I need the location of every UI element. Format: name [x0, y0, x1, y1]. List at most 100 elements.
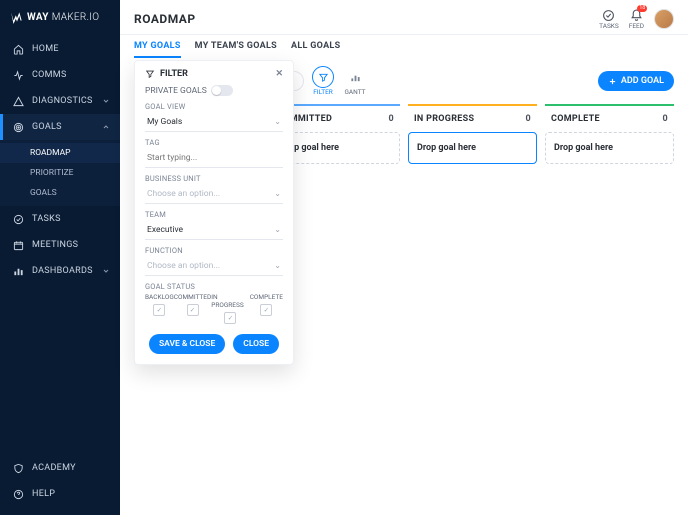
status-option: COMPLETE — [250, 293, 283, 301]
team-value: Executive — [145, 221, 283, 240]
topbar: ROADMAP TASKS 18 FEED — [120, 0, 688, 35]
drop-zone-inprogress[interactable]: Drop goal here — [408, 132, 537, 164]
sidebar-item-comms[interactable]: COMMS — [0, 62, 120, 88]
private-goals-toggle[interactable] — [211, 85, 233, 96]
goal-view-value: My Goals — [145, 113, 283, 132]
status-checkbox-inprogress[interactable]: ✓ — [224, 312, 236, 324]
sidebar-item-label: DIAGNOSTICS — [32, 96, 102, 106]
help-icon — [12, 488, 24, 500]
column-complete: COMPLETE 0 Drop goal here — [545, 104, 674, 164]
close-button[interactable]: CLOSE — [233, 334, 279, 354]
target-icon — [12, 121, 24, 133]
sidebar-subnav-goals: ROADMAP PRIORITIZE GOALS — [0, 140, 120, 206]
goal-status-row: BACKLOG ✓ COMMITTED ✓ IN PROGRESS ✓ COMPLET… — [145, 293, 283, 324]
brand-prefix: WAY — [27, 12, 49, 23]
sidebar-item-academy[interactable]: ACADEMY — [0, 455, 120, 481]
page-title: ROADMAP — [134, 12, 196, 26]
gantt-label: GANTT — [344, 88, 365, 96]
add-goal-button[interactable]: ADD GOAL — [598, 71, 674, 91]
sidebar-item-label: MEETINGS — [32, 240, 110, 250]
chevron-down-icon — [102, 267, 110, 275]
tag-input[interactable] — [145, 149, 283, 168]
sidebar-item-tasks[interactable]: TASKS — [0, 206, 120, 232]
column-count: 0 — [663, 114, 668, 124]
chevron-down-icon — [102, 97, 110, 105]
tabs: MY GOALS MY TEAM'S GOALS ALL GOALS — [120, 35, 688, 58]
business-unit-value: Choose an option... — [145, 185, 283, 204]
close-icon[interactable]: ✕ — [275, 69, 283, 79]
topbar-tasks[interactable]: TASKS — [599, 8, 619, 30]
goal-view-select[interactable]: My Goals ⌄ — [145, 113, 283, 132]
sidebar-item-label: COMMS — [32, 70, 110, 80]
sidebar-item-diagnostics[interactable]: DIAGNOSTICS — [0, 88, 120, 114]
topbar-feed[interactable]: 18 FEED — [629, 8, 644, 30]
tab-all-goals[interactable]: ALL GOALS — [291, 41, 340, 58]
status-option: BACKLOG — [145, 293, 174, 301]
sidebar-bottom: ACADEMY HELP — [0, 455, 120, 515]
sidebar-nav: HOME COMMS DIAGNOSTICS GOALS ROADMAP PRI… — [0, 36, 120, 455]
business-unit-label: BUSINESS UNIT — [145, 174, 283, 183]
main-content: ROADMAP TASKS 18 FEED MY GOALS MY TEAM'S — [120, 0, 688, 515]
tab-team-goals[interactable]: MY TEAM'S GOALS — [195, 41, 277, 58]
sidebar-sub-prioritize[interactable]: PRIORITIZE — [0, 163, 120, 183]
team-select[interactable]: Executive ⌄ — [145, 221, 283, 240]
sidebar-item-home[interactable]: HOME — [0, 36, 120, 62]
sidebar-item-label: HELP — [32, 489, 110, 499]
sidebar-item-label: HOME — [32, 44, 110, 54]
filter-icon — [312, 66, 334, 88]
shield-icon — [12, 462, 24, 474]
gantt-button[interactable]: GANTT — [342, 66, 368, 96]
status-option: IN PROGRESS — [211, 293, 249, 309]
business-unit-select[interactable]: Choose an option... ⌄ — [145, 185, 283, 204]
status-checkbox-backlog[interactable]: ✓ — [153, 304, 165, 316]
warning-icon — [12, 95, 24, 107]
avatar[interactable] — [654, 9, 674, 29]
goal-status-label: GOAL STATUS — [145, 282, 283, 291]
filter-title: FILTER — [160, 69, 188, 79]
status-checkbox-complete[interactable]: ✓ — [260, 304, 272, 316]
function-select[interactable]: Choose an option... ⌄ — [145, 257, 283, 276]
tag-label: TAG — [145, 138, 283, 147]
waymaker-icon — [10, 10, 24, 24]
save-close-button[interactable]: SAVE & CLOSE — [149, 334, 225, 354]
column-label: COMPLETE — [551, 114, 600, 124]
brand-logo[interactable]: WAYMAKER.IO — [0, 0, 120, 36]
drop-zone-complete[interactable]: Drop goal here — [545, 132, 674, 164]
sidebar-sub-roadmap[interactable]: ROADMAP — [0, 143, 120, 163]
chevron-up-icon — [102, 123, 110, 131]
sidebar: WAYMAKER.IO HOME COMMS DIAGNOSTICS GOALS — [0, 0, 120, 515]
sidebar-item-goals[interactable]: GOALS — [0, 114, 120, 140]
calendar-icon — [12, 239, 24, 251]
filter-icon — [145, 69, 155, 79]
filter-label: FILTER — [313, 88, 333, 96]
activity-icon — [12, 69, 24, 81]
sidebar-item-label: DASHBOARDS — [32, 266, 102, 276]
status-option: COMMITTED — [174, 293, 212, 301]
check-circle-icon — [602, 8, 616, 22]
gantt-icon — [344, 66, 366, 88]
topbar-tasks-label: TASKS — [599, 22, 619, 30]
sidebar-item-label: ACADEMY — [32, 463, 110, 473]
sidebar-item-meetings[interactable]: MEETINGS — [0, 232, 120, 258]
status-checkbox-committed[interactable]: ✓ — [187, 304, 199, 316]
private-goals-label: PRIVATE GOALS — [145, 86, 207, 96]
function-label: FUNCTION — [145, 246, 283, 255]
column-inprogress: IN PROGRESS 0 Drop goal here — [408, 104, 537, 164]
sidebar-item-help[interactable]: HELP — [0, 481, 120, 507]
function-value: Choose an option... — [145, 257, 283, 276]
check-icon — [12, 213, 24, 225]
brand-rest: MAKER.IO — [52, 12, 100, 23]
team-label: TEAM — [145, 210, 283, 219]
sidebar-item-dashboards[interactable]: DASHBOARDS — [0, 258, 120, 284]
home-icon — [12, 43, 24, 55]
sidebar-item-label: TASKS — [32, 214, 110, 224]
tab-my-goals[interactable]: MY GOALS — [134, 41, 181, 58]
column-count: 0 — [526, 114, 531, 124]
plus-icon — [608, 77, 617, 86]
sidebar-sub-goals[interactable]: GOALS — [0, 183, 120, 203]
column-label: IN PROGRESS — [414, 114, 474, 124]
bell-icon: 18 — [629, 8, 643, 22]
add-goal-label: ADD GOAL — [621, 76, 664, 86]
goal-view-label: GOAL VIEW — [145, 102, 283, 111]
filter-button[interactable]: FILTER — [310, 66, 336, 96]
